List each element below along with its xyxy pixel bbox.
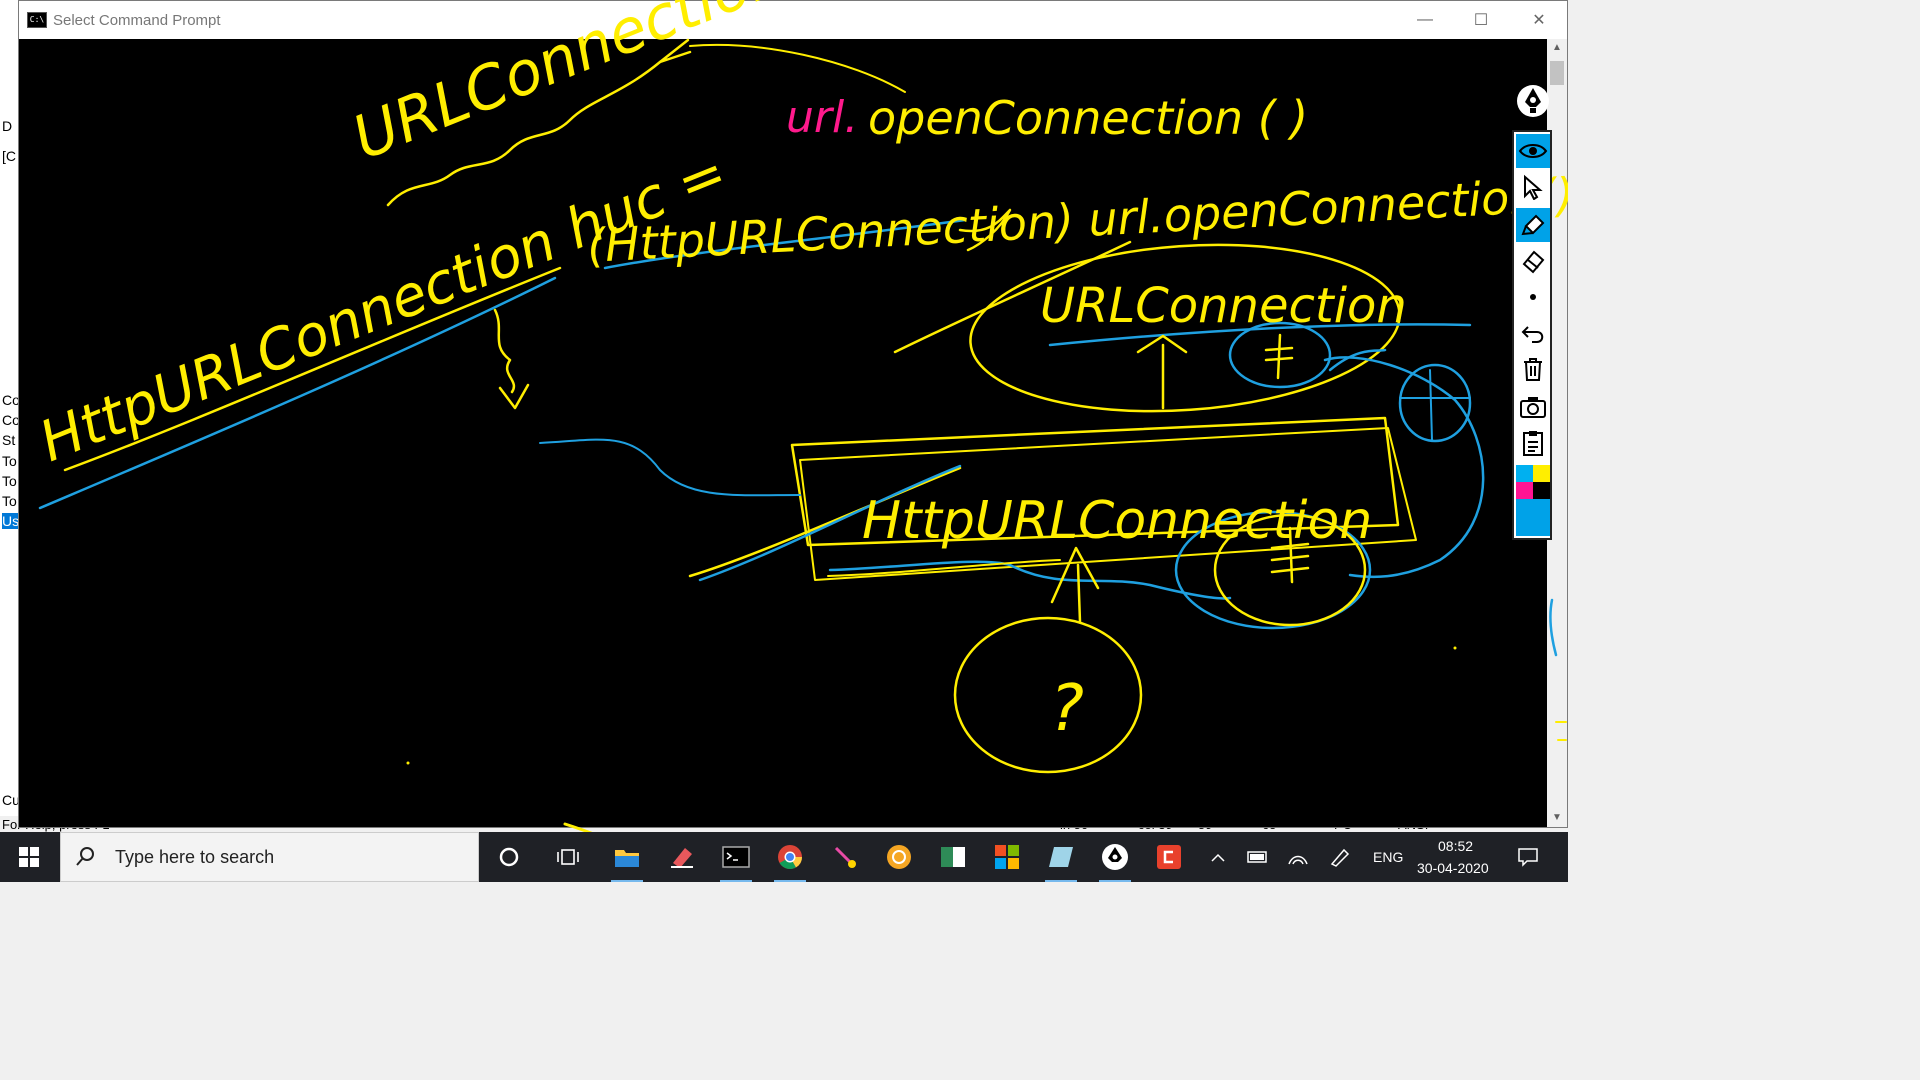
background-row: Co [2,412,18,428]
console-area[interactable] [19,39,1547,827]
epic-pen-taskbar-icon[interactable] [1095,837,1135,882]
media-app-icon[interactable] [879,837,919,877]
window-title: Select Command Prompt [53,11,221,29]
taskbar: Type here to search ENG 08:52 30-04-2020 [0,832,1568,882]
background-row: To [2,493,17,509]
color-swatch-cyan[interactable] [1516,465,1533,482]
file-explorer-icon[interactable] [607,837,647,882]
command-prompt-taskbar-icon[interactable] [716,837,756,882]
language-indicator[interactable]: ENG [1373,849,1403,865]
task-view-icon[interactable] [548,837,588,877]
color-swatch-pink[interactable] [1516,482,1533,499]
pen-tool-panel [1512,130,1552,540]
highlighter-icon[interactable] [1516,208,1550,242]
pen-workspace-icon[interactable] [1320,837,1360,877]
show-hidden-icons-icon[interactable] [1198,837,1238,877]
background-row-selected[interactable]: Us [2,513,18,529]
scroll-thumb[interactable] [1550,61,1564,85]
close-button[interactable]: ✕ [1511,1,1567,39]
sticky-app-icon[interactable] [933,837,973,877]
background-row: Co [2,392,18,408]
pen-app-logo-icon[interactable] [1516,80,1550,122]
view-icon[interactable] [1516,134,1550,168]
snip-sketch-icon[interactable] [662,837,702,877]
scroll-up-arrow-icon[interactable]: ▲ [1547,39,1567,57]
color-swatch-yellow[interactable] [1533,465,1550,482]
color-swatch-black[interactable] [1533,482,1550,499]
background-row: To [2,453,17,469]
cmd-app-icon: C:\ [27,12,47,28]
trash-icon[interactable] [1516,352,1550,386]
pen-toolbar [1512,80,1552,540]
minimize-button[interactable]: — [1397,1,1453,39]
screen-recorder-icon[interactable] [1149,837,1189,877]
select-icon[interactable] [1516,170,1550,204]
command-prompt-window: C:\ Select Command Prompt — ☐ ✕ ▲ ▼ [18,0,1568,828]
start-button[interactable] [0,832,58,882]
title-bar[interactable]: C:\ Select Command Prompt — ☐ ✕ [19,1,1567,39]
current-color-indicator[interactable] [1516,499,1550,536]
action-center-icon[interactable] [1508,837,1548,877]
search-icon [76,847,94,866]
taskbar-search-box[interactable]: Type here to search [60,832,479,882]
background-row: [C [2,148,16,164]
background-app-list: D [C Co Co St To To To Us Cu [0,0,19,830]
dot-icon[interactable] [1516,280,1550,314]
background-row: To [2,473,17,489]
undo-icon[interactable] [1516,316,1550,350]
battery-icon[interactable] [1238,837,1278,877]
background-row: St [2,432,16,448]
eraser-icon[interactable] [1516,244,1550,278]
clipboard-icon[interactable] [1516,426,1550,460]
scroll-down-arrow-icon[interactable]: ▼ [1547,809,1567,827]
windows-logo-icon [19,847,39,867]
clock-date[interactable]: 30-04-2020 [1417,860,1489,876]
clock-time[interactable]: 08:52 [1438,838,1473,854]
notes-app-icon[interactable] [1041,837,1081,882]
background-row: D [2,118,13,134]
chrome-icon[interactable] [770,837,810,882]
maximize-button[interactable]: ☐ [1453,1,1509,39]
cortana-icon[interactable] [489,837,529,877]
search-placeholder: Type here to search [115,846,275,867]
background-row: Cu [2,792,18,808]
pen-tool-app-icon[interactable] [825,837,865,877]
camera-icon[interactable] [1516,390,1550,424]
tiles-app-icon[interactable] [987,837,1027,877]
wifi-icon[interactable] [1278,837,1318,877]
